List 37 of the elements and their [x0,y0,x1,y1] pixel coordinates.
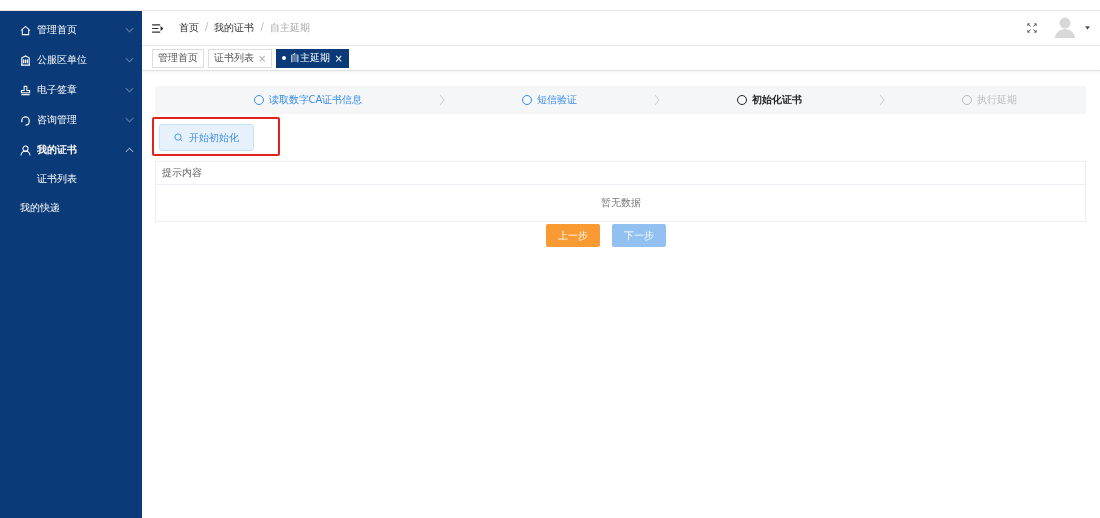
sidebar-item[interactable]: 我的快递 [0,193,142,223]
step: 读取数字CA证书信息 [253,93,363,107]
sidebar-item-label: 电子签章 [37,83,78,97]
user-icon [20,144,31,156]
sidebar-subitem[interactable]: 证书列表 [0,165,142,193]
step: 初始化证书 [737,93,803,107]
search-icon [174,133,183,142]
caret-icon[interactable] [1085,26,1090,30]
home-icon [20,24,31,36]
sidebar-item[interactable]: 我的证书 [0,135,142,165]
column-header: 提示内容 [162,166,202,180]
sidebar-item-label: 我的快递 [20,201,61,215]
breadcrumb-item[interactable]: 我的证书 [214,21,255,35]
menu-icon[interactable] [152,23,163,33]
breadcrumb-separator: / [205,21,209,34]
tab[interactable]: 证书列表 × [208,48,273,68]
stamp-icon [20,84,31,96]
sidebar-item-label: 管理首页 [37,23,78,37]
sidebar-item[interactable]: 公服区单位 [0,45,142,75]
step: 短信验证 [522,93,578,107]
sidebar-item-label: 公服区单位 [37,53,88,67]
sidebar-item[interactable]: 管理首页 [0,15,142,45]
sidebar-item-label: 咨询管理 [37,113,78,127]
breadcrumb-separator: / [260,21,264,34]
empty-text: 暂无数据 [599,196,642,210]
chevron-right-icon [654,94,661,106]
chevron-right-icon [879,94,886,106]
breadcrumb-item: 自主延期 [269,21,310,35]
fullscreen-icon[interactable] [1027,23,1037,33]
sidebar-item[interactable]: 咨询管理 [0,105,142,135]
sidebar-item[interactable]: 电子签章 [0,75,142,105]
breadcrumb-item[interactable]: 首页 [179,21,199,35]
building-icon [20,54,31,66]
sidebar-item-label: 我的证书 [37,143,78,157]
tab[interactable]: 管理首页 [152,48,204,68]
tab[interactable]: 自主延期 × [276,48,349,68]
chevron-right-icon [439,94,446,106]
